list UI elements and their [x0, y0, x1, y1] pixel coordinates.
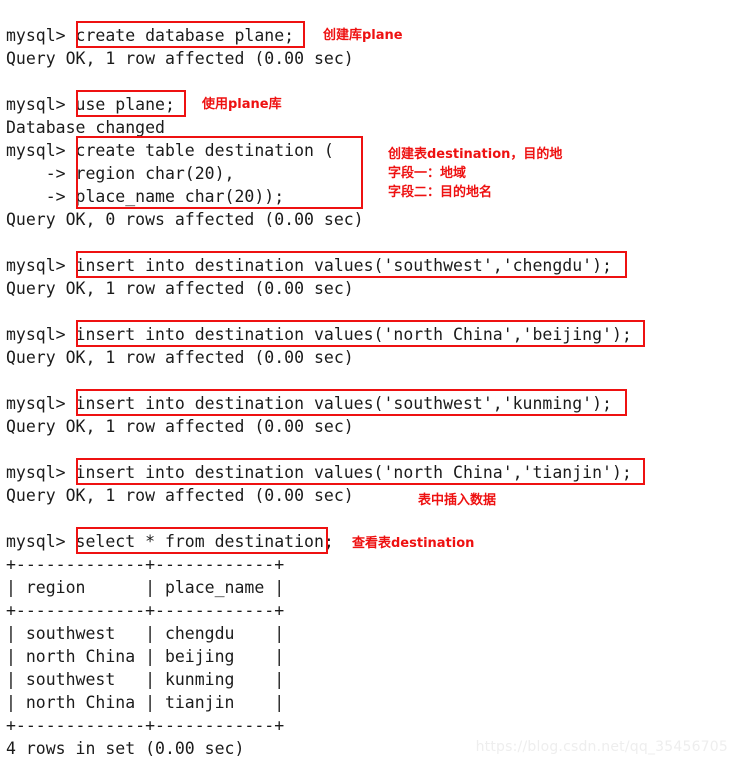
terminal-line-insert-tianjin: mysql> insert into destination values('n… [6, 463, 632, 482]
terminal-line-query-ok-4: Query OK, 1 row affected (0.00 sec) [6, 348, 354, 367]
terminal-line-use-plane: mysql> use plane; [6, 95, 175, 114]
terminal-line-select: mysql> select * from destination; [6, 532, 334, 551]
table-footer-rowcount: 4 rows in set (0.00 sec) [6, 739, 245, 758]
table-border-bottom: +-------------+------------+ [6, 716, 285, 735]
annotation-create-table: 创建表destination，目的地 [388, 147, 563, 162]
annotation-field-one: 字段一：地域 [388, 166, 467, 181]
table-header-row: | region | place_name | [6, 578, 285, 597]
terminal-line-query-ok-5: Query OK, 1 row affected (0.00 sec) [6, 417, 354, 436]
table-row: | southwest | chengdu | [6, 624, 285, 643]
terminal-line-insert-chengdu: mysql> insert into destination values('s… [6, 256, 612, 275]
watermark-url: https://blog.csdn.net/qq_35456705 [475, 739, 728, 755]
terminal-line-query-ok-3: Query OK, 1 row affected (0.00 sec) [6, 279, 354, 298]
table-row: | north China | beijing | [6, 647, 285, 666]
terminal-line-insert-kunming: mysql> insert into destination values('s… [6, 394, 612, 413]
terminal-line-column-place-name: -> place_name char(20)); [6, 187, 285, 206]
annotation-field-two: 字段二：目的地名 [388, 185, 493, 200]
terminal-line-create-database: mysql> create database plane; [6, 26, 295, 45]
terminal-line-query-ok-6: Query OK, 1 row affected (0.00 sec) [6, 486, 354, 505]
terminal-line-create-table: mysql> create table destination ( [6, 141, 334, 160]
annotation-select-table: 查看表destination [352, 536, 475, 551]
annotation-insert-data: 表中插入数据 [418, 493, 497, 508]
annotation-create-database: 创建库plane [323, 28, 403, 43]
terminal-line-column-region: -> region char(20), [6, 164, 235, 183]
table-row: | southwest | kunming | [6, 670, 285, 689]
table-border-top: +-------------+------------+ [6, 555, 285, 574]
annotation-use-plane: 使用plane库 [202, 97, 282, 112]
terminal-line-query-ok-2: Query OK, 0 rows affected (0.00 sec) [6, 210, 364, 229]
table-row: | north China | tianjin | [6, 693, 285, 712]
terminal-line-database-changed: Database changed [6, 118, 165, 137]
table-border-header: +-------------+------------+ [6, 601, 285, 620]
terminal-line-query-ok-1: Query OK, 1 row affected (0.00 sec) [6, 49, 354, 68]
terminal-output: mysql> create database plane; Query OK, … [0, 0, 736, 765]
terminal-line-insert-beijing: mysql> insert into destination values('n… [6, 325, 632, 344]
